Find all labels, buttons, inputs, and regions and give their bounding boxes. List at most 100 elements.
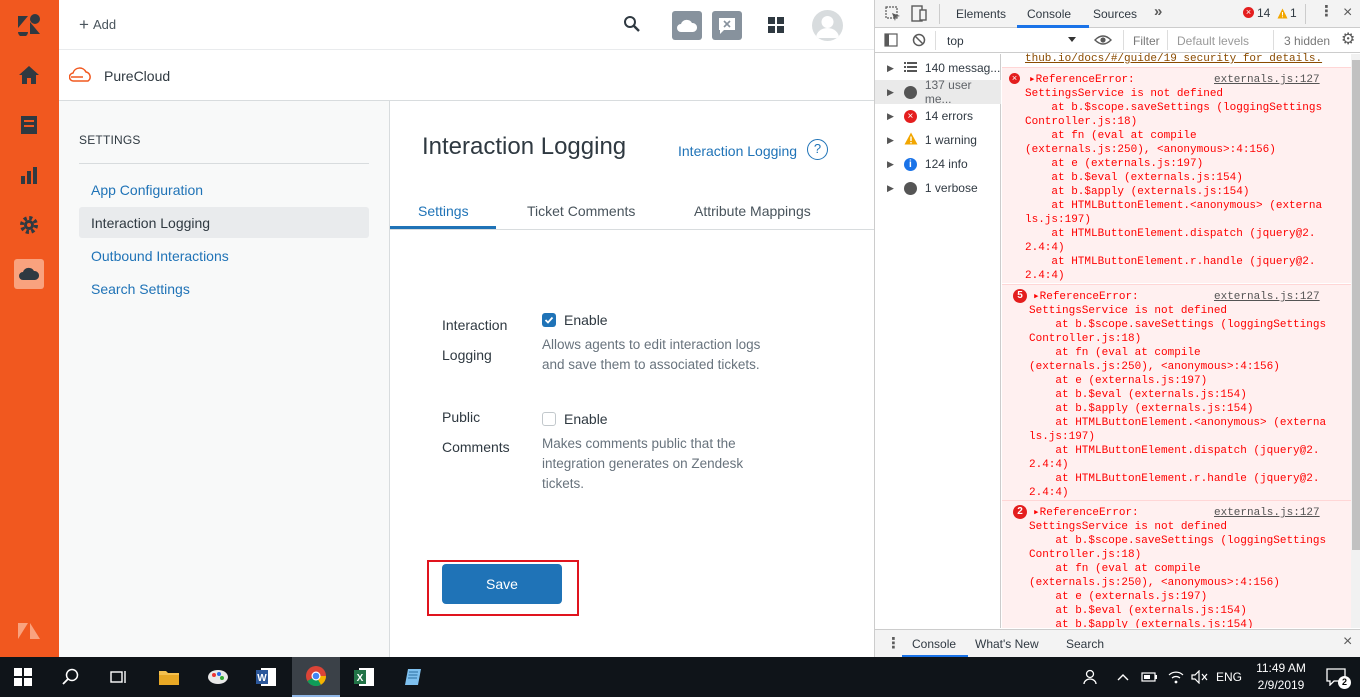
nav-search-settings[interactable]: Search Settings <box>79 273 369 304</box>
log-levels-select[interactable]: Default levels <box>1177 34 1249 48</box>
error-header[interactable]: ▸ReferenceError: <box>1033 290 1139 304</box>
tab-attribute-mappings[interactable]: Attribute Mappings <box>694 203 811 230</box>
source-link[interactable]: externals.js:127 <box>1214 290 1320 304</box>
repeat-count-badge: 5 <box>1013 289 1027 303</box>
admin-gear-icon[interactable] <box>14 210 44 240</box>
purecloud-app-icon[interactable] <box>14 259 44 289</box>
console-top-line: thub.io/docs/#/guide/19 security for det… <box>1025 52 1322 66</box>
sidebar-item-errors[interactable]: ▶ × 14 errors <box>875 104 1001 128</box>
clock-date[interactable]: 2/9/2019 <box>1254 678 1308 692</box>
reporting-icon[interactable] <box>14 160 44 190</box>
error-header[interactable]: ▸ReferenceError: <box>1029 73 1135 87</box>
notepad-app-icon[interactable] <box>398 662 428 692</box>
console-error-entry[interactable]: 5 ▸ReferenceError: externals.js:127 Sett… <box>1002 284 1360 500</box>
sidebar-item-warnings[interactable]: ▶ 1 warning <box>875 128 1001 152</box>
kebab-menu-icon[interactable]: ⋮ <box>1319 4 1334 19</box>
context-select[interactable]: top <box>935 31 1079 50</box>
console-error-entry[interactable]: × ▸ReferenceError: externals.js:127 Sett… <box>1002 67 1360 283</box>
paint-app-icon[interactable] <box>203 662 233 692</box>
search-icon[interactable] <box>56 662 86 692</box>
views-icon[interactable] <box>14 110 44 140</box>
language-indicator[interactable]: ENG <box>1216 670 1242 684</box>
windows-taskbar: W X ENG 11:49 AM 2/9/2019 2 <box>0 657 1360 697</box>
stack-line: at b.$eval (externals.js:154) <box>1029 605 1247 617</box>
clear-console-icon[interactable] <box>912 33 926 52</box>
list-icon <box>903 61 917 75</box>
field-label-line: Interaction <box>442 317 508 333</box>
avatar[interactable] <box>812 10 843 41</box>
wifi-icon[interactable] <box>1164 662 1188 692</box>
sidebar-toggle-icon[interactable] <box>884 33 898 52</box>
tab-elements[interactable]: Elements <box>956 7 1006 21</box>
help-question-icon[interactable]: ? <box>807 139 828 160</box>
stack-trace: SettingsService is not defined at b.$sco… <box>1029 304 1326 500</box>
warning-count[interactable]: 1 <box>1290 6 1297 20</box>
warning-icon <box>904 132 918 148</box>
notification-center-icon[interactable]: 2 <box>1321 662 1351 692</box>
sidebar-item-verbose[interactable]: ▶ 1 verbose <box>875 176 1001 200</box>
console-error-entry[interactable]: 2 ▸ReferenceError: externals.js:127 Sett… <box>1002 500 1360 628</box>
purecloud-topbar-icon[interactable] <box>672 11 702 40</box>
divider <box>1305 4 1306 24</box>
drawer-menu-icon[interactable]: ⋮ <box>886 634 901 652</box>
error-header[interactable]: ▸ReferenceError: <box>1033 506 1139 520</box>
nav-interaction-logging[interactable]: Interaction Logging <box>79 207 369 238</box>
tab-console[interactable]: Console <box>1027 7 1071 21</box>
task-view-icon[interactable] <box>104 662 134 692</box>
field-label-line: Public <box>442 409 481 425</box>
tray-chevron-up-icon[interactable] <box>1112 662 1134 692</box>
more-tabs-icon[interactable]: » <box>1154 3 1162 20</box>
sidebar-item-info[interactable]: ▶ i 124 info <box>875 152 1001 176</box>
eye-icon[interactable] <box>1094 33 1112 52</box>
search-icon[interactable] <box>623 15 641 38</box>
tab-sources[interactable]: Sources <box>1093 7 1137 21</box>
word-app-icon[interactable]: W <box>251 662 281 692</box>
chrome-app-icon[interactable] <box>292 657 340 697</box>
file-explorer-icon[interactable] <box>154 662 184 692</box>
people-icon[interactable] <box>1077 662 1107 692</box>
clock-time[interactable]: 11:49 AM <box>1256 661 1306 675</box>
console-scrollbar[interactable] <box>1351 54 1360 628</box>
help-link[interactable]: Interaction Logging <box>678 143 797 159</box>
interaction-logging-checkbox[interactable] <box>542 313 556 327</box>
scrollbar-thumb[interactable] <box>1352 60 1360 550</box>
error-count[interactable]: 14 <box>1257 6 1270 20</box>
field-description: Allows agents to edit interaction logs a… <box>542 335 760 375</box>
close-icon[interactable]: × <box>1343 4 1352 22</box>
zendesk-logo-icon[interactable] <box>14 10 44 40</box>
drawer-tab-search[interactable]: Search <box>1066 637 1104 651</box>
source-link[interactable]: externals.js:127 <box>1214 73 1320 87</box>
drawer-tab-console[interactable]: Console <box>912 637 956 651</box>
sidebar-item-messages[interactable]: ▶ 140 messag... <box>875 56 1001 80</box>
console-sidebar: ▶ 140 messag... ▶ 137 user me... ▶ × 14 … <box>875 54 1001 628</box>
save-button[interactable]: Save <box>442 564 562 604</box>
plus-icon: + <box>79 15 89 34</box>
nav-outbound-interactions[interactable]: Outbound Interactions <box>79 240 369 271</box>
drawer-tab-whats-new[interactable]: What's New <box>975 637 1039 651</box>
nav-app-configuration[interactable]: App Configuration <box>79 174 369 205</box>
stack-line: at b.$apply (externals.js:154) <box>1029 403 1254 415</box>
inspect-element-icon[interactable] <box>885 6 901 27</box>
bug-icon <box>903 181 917 195</box>
public-comments-checkbox[interactable] <box>542 412 556 426</box>
tab-ticket-comments[interactable]: Ticket Comments <box>527 203 635 230</box>
add-button[interactable]: + Add <box>79 15 116 34</box>
apps-grid-icon[interactable] <box>768 17 784 38</box>
device-toolbar-icon[interactable] <box>911 5 927 27</box>
stack-line: Controller.js:18) <box>1029 333 1142 345</box>
volume-muted-icon[interactable] <box>1188 662 1212 692</box>
stack-line: at e (externals.js:197) <box>1025 158 1204 170</box>
windows-start-icon[interactable] <box>8 662 38 692</box>
checkbox-label[interactable]: Enable <box>564 312 608 328</box>
checkbox-label[interactable]: Enable <box>564 411 608 427</box>
battery-icon[interactable] <box>1138 662 1162 692</box>
close-drawer-icon[interactable]: × <box>1343 633 1352 651</box>
console-settings-gear-icon[interactable]: ⚙ <box>1341 32 1355 48</box>
hidden-count[interactable]: 3 hidden <box>1284 34 1330 48</box>
sidebar-item-user-messages[interactable]: ▶ 137 user me... <box>875 78 1001 106</box>
filter-input[interactable]: Filter <box>1133 34 1160 48</box>
excel-app-icon[interactable]: X <box>349 662 379 692</box>
chat-icon[interactable] <box>712 11 742 40</box>
source-link[interactable]: externals.js:127 <box>1214 506 1320 520</box>
home-icon[interactable] <box>14 60 44 90</box>
